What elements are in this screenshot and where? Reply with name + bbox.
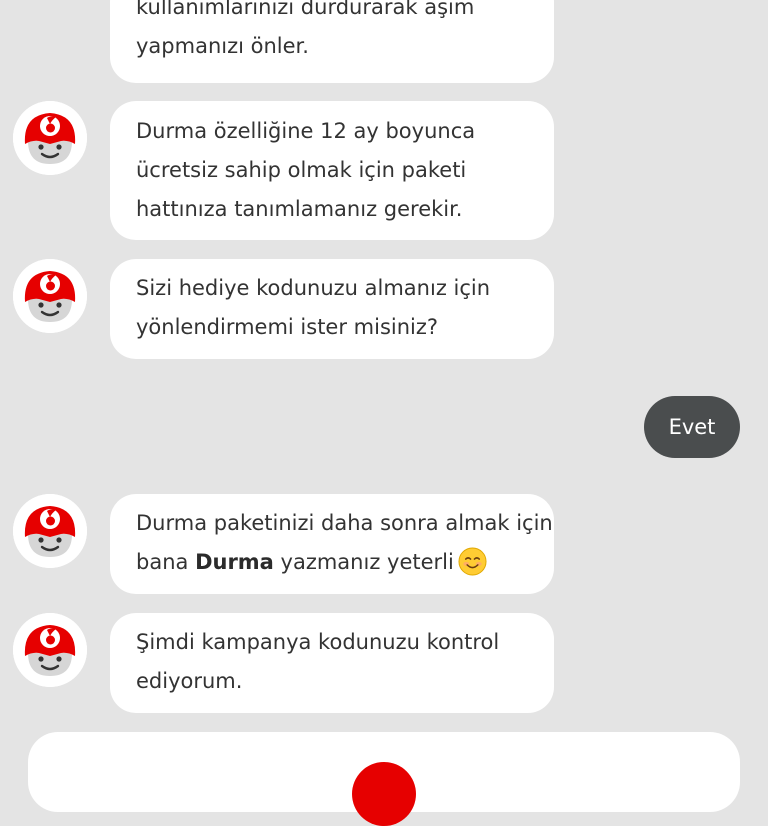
message-line: yönlendirmemi ister misiniz?	[136, 315, 439, 339]
keyword-durma: Durma	[195, 550, 274, 574]
message-line: hattınıza tanımlamanız gerekir.	[136, 197, 463, 221]
bot-avatar-icon	[13, 494, 87, 568]
message-line: kullanımlarınızı durdurarak aşım	[136, 0, 475, 19]
message-line: Durma özelliğine 12 ay boyunca	[136, 119, 476, 143]
message-line: Durma paketinizi daha sonra almak için	[136, 511, 553, 535]
vodafone-logo-icon	[352, 762, 416, 826]
bot-avatar-icon	[13, 259, 87, 333]
bot-message: kullanımlarınızı durdurarak aşım yapmanı…	[110, 0, 554, 83]
message-text: bana	[136, 550, 196, 574]
message-line: bana Durma yazmanız yeterli	[136, 543, 528, 582]
message-line: Sizi hediye kodunuzu almanız için	[136, 276, 491, 300]
bot-avatar-icon	[13, 613, 87, 687]
message-line: ücretsiz sahip olmak için paketi	[136, 158, 467, 182]
message-line: yapmanızı önler.	[136, 34, 309, 58]
message-text: yazmanız yeterli	[273, 550, 454, 574]
user-message: Evet	[644, 396, 740, 458]
bot-message: Durma paketinizi daha sonra almak için b…	[110, 494, 554, 594]
bot-message: Sizi hediye kodunuzu almanız için yönlen…	[110, 259, 554, 359]
bot-avatar-icon	[13, 101, 87, 175]
message-line: ediyorum.	[136, 669, 243, 693]
message-line: Şimdi kampanya kodunuzu kontrol	[136, 630, 500, 654]
bot-message: Durma özelliğine 12 ay boyunca ücretsiz …	[110, 101, 554, 240]
bot-message: Şimdi kampanya kodunuzu kontrol ediyorum…	[110, 613, 554, 713]
smiling-face-emoji-icon	[458, 547, 487, 576]
